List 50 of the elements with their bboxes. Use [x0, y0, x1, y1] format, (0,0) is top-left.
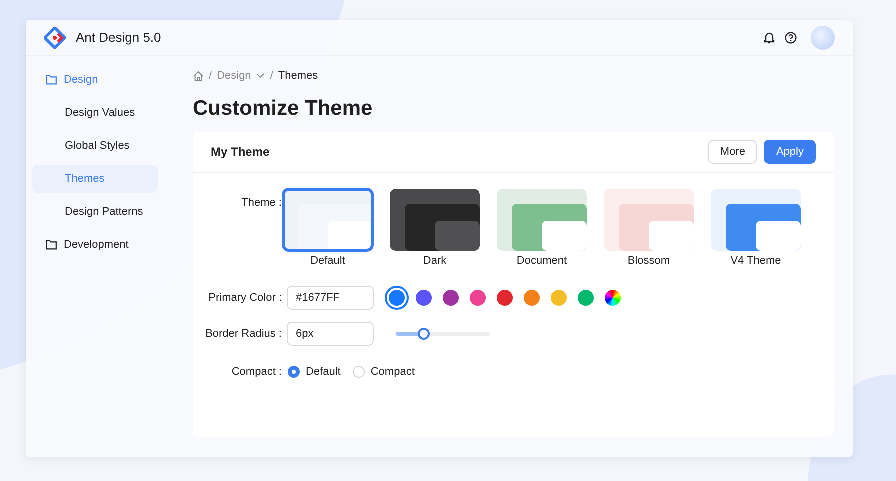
- theme-name: V4 Theme: [730, 255, 782, 267]
- home-icon[interactable]: [193, 70, 204, 82]
- theme-name: Dark: [423, 255, 447, 267]
- color-swatch[interactable]: [578, 290, 594, 306]
- page-title: Customize Theme: [193, 97, 374, 121]
- breadcrumb-separator: /: [270, 70, 274, 82]
- theme-preview[interactable]: [497, 189, 587, 251]
- breadcrumb-separator: /: [209, 70, 212, 82]
- menu-item[interactable]: Design Patterns: [32, 198, 158, 226]
- folder-icon: [46, 240, 57, 250]
- radius-input[interactable]: 6px: [287, 322, 374, 346]
- more-button[interactable]: More: [708, 140, 758, 164]
- theme-preview[interactable]: [283, 189, 373, 251]
- bell-icon[interactable]: [764, 32, 775, 44]
- theme-name: Document: [516, 255, 568, 267]
- field-label: Border Radius :: [204, 328, 282, 340]
- breadcrumb-current: Themes: [278, 70, 318, 82]
- radio-label[interactable]: Default: [306, 366, 341, 378]
- color-swatch[interactable]: [497, 290, 513, 306]
- app-title: Ant Design 5.0: [76, 30, 162, 45]
- theme-name: Blossom: [628, 255, 670, 267]
- custom-color-swatch[interactable]: [605, 290, 621, 306]
- menu-label: Design: [64, 74, 98, 86]
- color-swatch[interactable]: [524, 290, 540, 306]
- color-swatch[interactable]: [443, 290, 459, 306]
- field-label: Compact :: [230, 366, 282, 378]
- field-label: Theme :: [240, 197, 282, 209]
- radio-label[interactable]: Compact: [370, 366, 415, 378]
- color-input[interactable]: #1677FF: [287, 286, 374, 310]
- slider-handle[interactable]: [418, 328, 430, 340]
- field-label: Primary Color :: [208, 292, 282, 304]
- color-swatch[interactable]: [470, 290, 486, 306]
- theme-preview[interactable]: [711, 189, 801, 251]
- theme-name: Default: [310, 255, 346, 267]
- chevron-down-icon[interactable]: [256, 73, 266, 79]
- radio-button[interactable]: [288, 366, 300, 378]
- color-swatch[interactable]: [416, 290, 432, 306]
- logo-icon: [44, 26, 66, 48]
- menu-group[interactable]: Design: [32, 66, 158, 94]
- apply-button[interactable]: Apply: [764, 140, 816, 164]
- color-swatch[interactable]: [389, 290, 405, 306]
- color-swatch[interactable]: [551, 290, 567, 306]
- theme-preview[interactable]: [390, 189, 480, 251]
- folder-icon: [46, 75, 57, 85]
- menu-group[interactable]: Development: [32, 231, 158, 259]
- menu-item[interactable]: Design Values: [32, 99, 158, 127]
- card-title: My Theme: [211, 145, 270, 159]
- menu-label: Development: [64, 239, 129, 251]
- help-icon[interactable]: [785, 32, 797, 44]
- menu-item[interactable]: Global Styles: [32, 132, 158, 160]
